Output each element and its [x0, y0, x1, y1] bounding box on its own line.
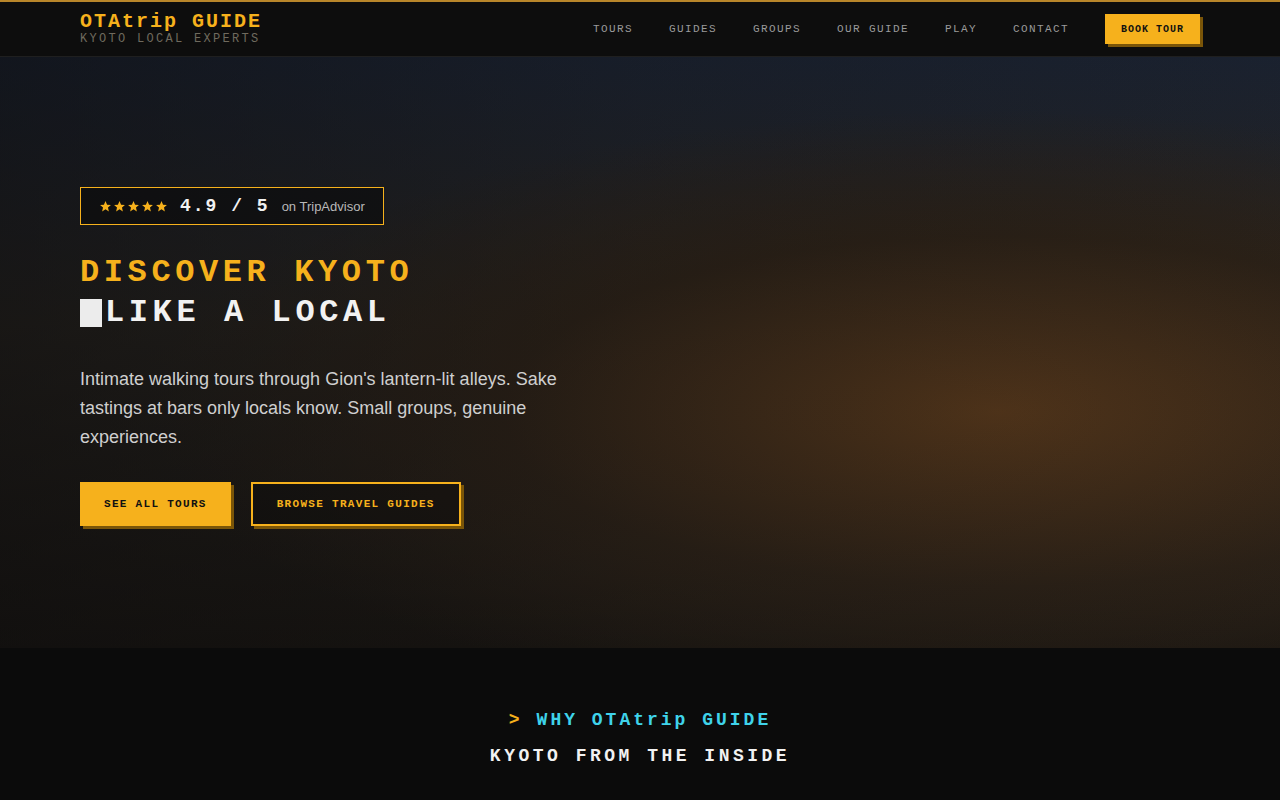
- rating-score: 4.9 / 5: [180, 196, 270, 216]
- star-icon: [127, 200, 140, 213]
- nav-link[interactable]: GUIDES: [669, 23, 717, 35]
- logo[interactable]: OTAtrip GUIDE: [80, 12, 262, 32]
- outline-button[interactable]: BROWSE TRAVEL GUIDES: [251, 482, 461, 526]
- page: OTAtrip GUIDEKYOTO LOCAL EXPERTS TOURS GUI…: [0, 0, 1280, 800]
- eyebrow-marker: >: [509, 710, 523, 730]
- rating-badge: 4.9 / 5 on TripAdvisor: [80, 187, 384, 225]
- nav-link[interactable]: GROUPS: [753, 23, 801, 35]
- logo-subtitle: KYOTO LOCAL EXPERTS: [80, 33, 262, 46]
- text-cursor: [80, 299, 102, 327]
- nav-link[interactable]: CONTACT: [1013, 23, 1069, 35]
- book-tour-button[interactable]: BOOK TOUR: [1105, 14, 1200, 44]
- brand[interactable]: OTAtrip GUIDEKYOTO LOCAL EXPERTS: [80, 12, 262, 46]
- hero-title: DISCOVER KYOTOLIKE A LOCAL: [80, 253, 413, 333]
- site-header: OTAtrip GUIDEKYOTO LOCAL EXPERTS TOURS GUI…: [0, 0, 1280, 57]
- hero-buttons: SEE ALL TOURS BROWSE TRAVEL GUIDES: [80, 482, 461, 526]
- rating-source: on TripAdvisor: [282, 199, 365, 214]
- nav-link[interactable]: PLAY: [945, 23, 977, 35]
- primary-button[interactable]: SEE ALL TOURS: [80, 482, 231, 526]
- why-section: >WHY OTAtrip GUIDE KYOTO FROM THE INSIDE: [0, 648, 1280, 800]
- hero-title-line: DISCOVER KYOTO: [80, 253, 413, 293]
- star-icon: [99, 200, 112, 213]
- rating-stars: [99, 200, 168, 213]
- nav-link[interactable]: OUR GUIDE: [837, 23, 909, 35]
- section-eyebrow: >WHY OTAtrip GUIDE: [509, 710, 771, 730]
- main-nav: TOURS GUIDES GROUPS OUR GUIDE PLAY CONTACT BOO…: [593, 14, 1200, 44]
- hero: 4.9 / 5 on TripAdvisor DISCOVER KYOTOLIKE …: [0, 57, 1280, 648]
- hero-description: Intimate walking tours through Gion's la…: [80, 365, 620, 452]
- star-icon: [141, 200, 154, 213]
- hero-title-line: LIKE A LOCAL: [80, 293, 413, 333]
- nav-link[interactable]: TOURS: [593, 23, 633, 35]
- star-icon: [155, 200, 168, 213]
- star-icon: [113, 200, 126, 213]
- section-title: KYOTO FROM THE INSIDE: [490, 746, 790, 766]
